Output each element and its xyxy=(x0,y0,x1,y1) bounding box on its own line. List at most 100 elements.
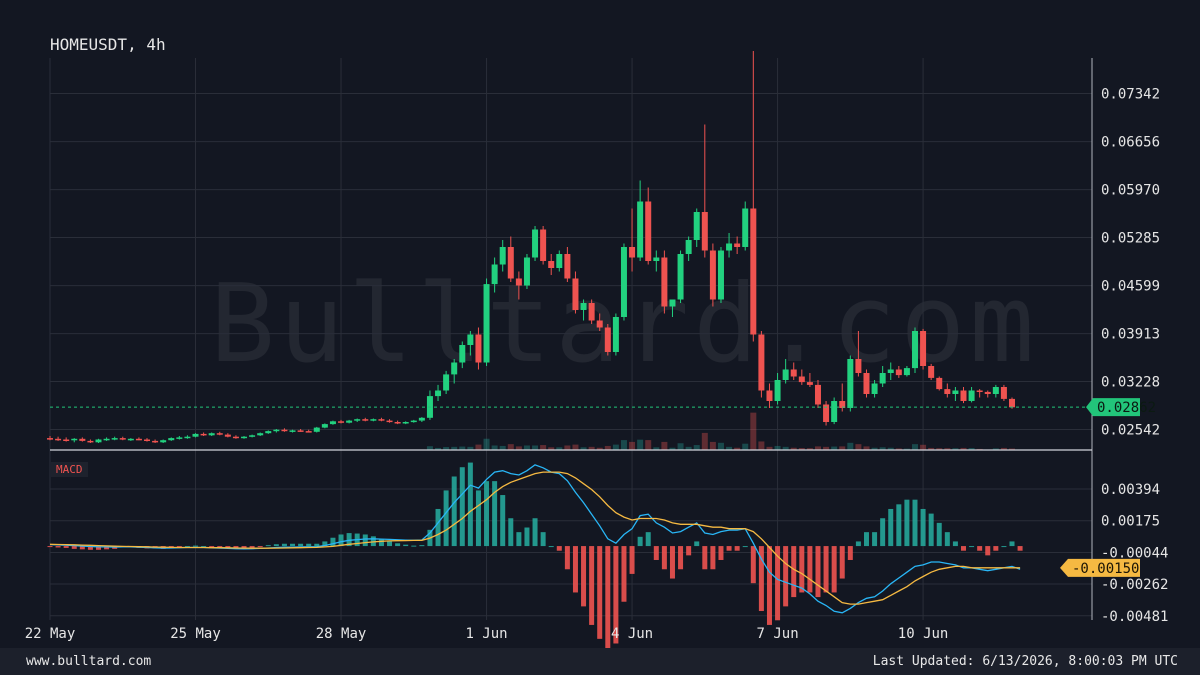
macd-histogram-bar xyxy=(896,504,902,547)
macd-histogram-bar xyxy=(193,545,199,547)
volume-bar xyxy=(523,445,530,450)
candle-body xyxy=(564,254,571,279)
macd-histogram-bar xyxy=(556,546,562,551)
candle-body xyxy=(685,240,692,254)
candle-body xyxy=(911,331,918,369)
candle-body xyxy=(717,250,724,300)
footer-site[interactable]: www.bulltard.com xyxy=(26,654,151,669)
macd-histogram-bar xyxy=(661,546,667,570)
volume-bar xyxy=(475,444,482,450)
axes: 0.07342 0.06656 0.05970 0.05285 0.04599 0.039… xyxy=(25,58,1168,642)
candle-body xyxy=(612,317,619,352)
candle-body xyxy=(540,229,547,261)
candle-body xyxy=(346,420,353,423)
macd-histogram-bar xyxy=(484,481,490,547)
candle-body xyxy=(629,247,636,258)
volume-bar xyxy=(483,438,490,450)
macd-panel xyxy=(47,462,1023,648)
candle-body xyxy=(532,229,539,258)
macd-histogram-bar xyxy=(419,545,425,547)
candle-body xyxy=(750,208,757,335)
candle-body xyxy=(241,436,248,439)
candle-body xyxy=(814,384,821,405)
macd-histogram-bar xyxy=(524,527,530,547)
macd-histogram-bar xyxy=(516,532,522,547)
candle-body xyxy=(984,391,991,394)
macd-histogram-bar xyxy=(564,546,570,570)
macd-histogram-bar xyxy=(475,490,481,547)
macd-histogram-bar xyxy=(621,546,627,602)
macd-histogram-bar xyxy=(1017,546,1023,551)
candle-body xyxy=(903,368,910,376)
macd-histogram-bar xyxy=(1009,541,1015,547)
volume-bar xyxy=(750,412,757,450)
candle-body xyxy=(879,373,886,384)
candle-body xyxy=(321,424,328,428)
volume-bar xyxy=(661,441,668,450)
candle-body xyxy=(1000,387,1007,399)
candle-body xyxy=(871,383,878,394)
candle-body xyxy=(305,431,312,433)
macd-histogram-bar xyxy=(702,546,708,570)
macd-histogram-bar xyxy=(257,546,263,548)
candle-body xyxy=(273,429,280,432)
candle-body xyxy=(378,419,385,421)
candle-body xyxy=(604,327,611,352)
candle-body xyxy=(232,436,239,439)
macd-tick-label: -0.00262 xyxy=(1101,577,1168,593)
volume-bar xyxy=(911,444,918,450)
candle-body xyxy=(79,438,86,441)
candle-body xyxy=(152,440,159,443)
macd-histogram-bar xyxy=(750,546,756,584)
volume-bar xyxy=(709,441,716,450)
candle-body xyxy=(459,345,466,363)
candle-body xyxy=(596,320,603,328)
macd-histogram-bar xyxy=(435,508,441,547)
macd-histogram-bar xyxy=(799,546,805,593)
candle-body xyxy=(637,201,644,258)
candle-body xyxy=(216,433,223,435)
macd-histogram-bar xyxy=(467,462,473,547)
candle-body xyxy=(677,254,684,300)
volume-bar xyxy=(540,445,547,450)
macd-histogram-bar xyxy=(378,539,384,547)
time-tick-label: 25 May xyxy=(170,626,221,642)
candle-body xyxy=(588,303,595,321)
candle-body xyxy=(806,382,813,385)
volume-bar xyxy=(629,441,636,450)
price-chart[interactable]: 0.07342 0.06656 0.05970 0.05285 0.04599 0.039… xyxy=(0,0,1200,648)
candle-body xyxy=(895,369,902,376)
candle-body xyxy=(338,421,345,423)
candle-body xyxy=(394,422,401,424)
candle-body xyxy=(47,438,53,440)
macd-histogram-bar xyxy=(281,543,287,547)
macd-histogram-bar xyxy=(249,546,255,548)
candle-body xyxy=(103,438,110,441)
candle-body xyxy=(402,422,409,424)
candle-body xyxy=(160,440,167,443)
macd-histogram-bar xyxy=(952,541,958,547)
macd-histogram-bar xyxy=(831,546,837,593)
candle-body xyxy=(208,433,215,436)
candle-body xyxy=(798,376,805,383)
candle-body xyxy=(467,334,474,345)
macd-histogram-bar xyxy=(872,532,878,547)
candle-body xyxy=(418,417,425,421)
macd-histogram-bar xyxy=(451,476,457,547)
candle-body xyxy=(515,278,522,286)
volume-bar xyxy=(491,445,498,450)
volume-bar xyxy=(717,442,724,450)
candle-body xyxy=(184,436,191,439)
macd-histogram-bar xyxy=(985,546,991,556)
time-tick-label: 28 May xyxy=(316,626,367,642)
macd-tick-label: -0.00481 xyxy=(1101,609,1168,625)
macd-histogram-bar xyxy=(265,545,271,547)
candle-body xyxy=(257,433,264,436)
macd-histogram-bar xyxy=(55,546,61,548)
macd-histogram-bar xyxy=(969,546,975,548)
candle-body xyxy=(572,278,579,310)
volume-bar xyxy=(693,445,700,450)
candle-body xyxy=(483,284,490,363)
last-price-label: 0.02862 xyxy=(1097,400,1156,416)
price-tick-label: 0.05285 xyxy=(1101,231,1160,247)
